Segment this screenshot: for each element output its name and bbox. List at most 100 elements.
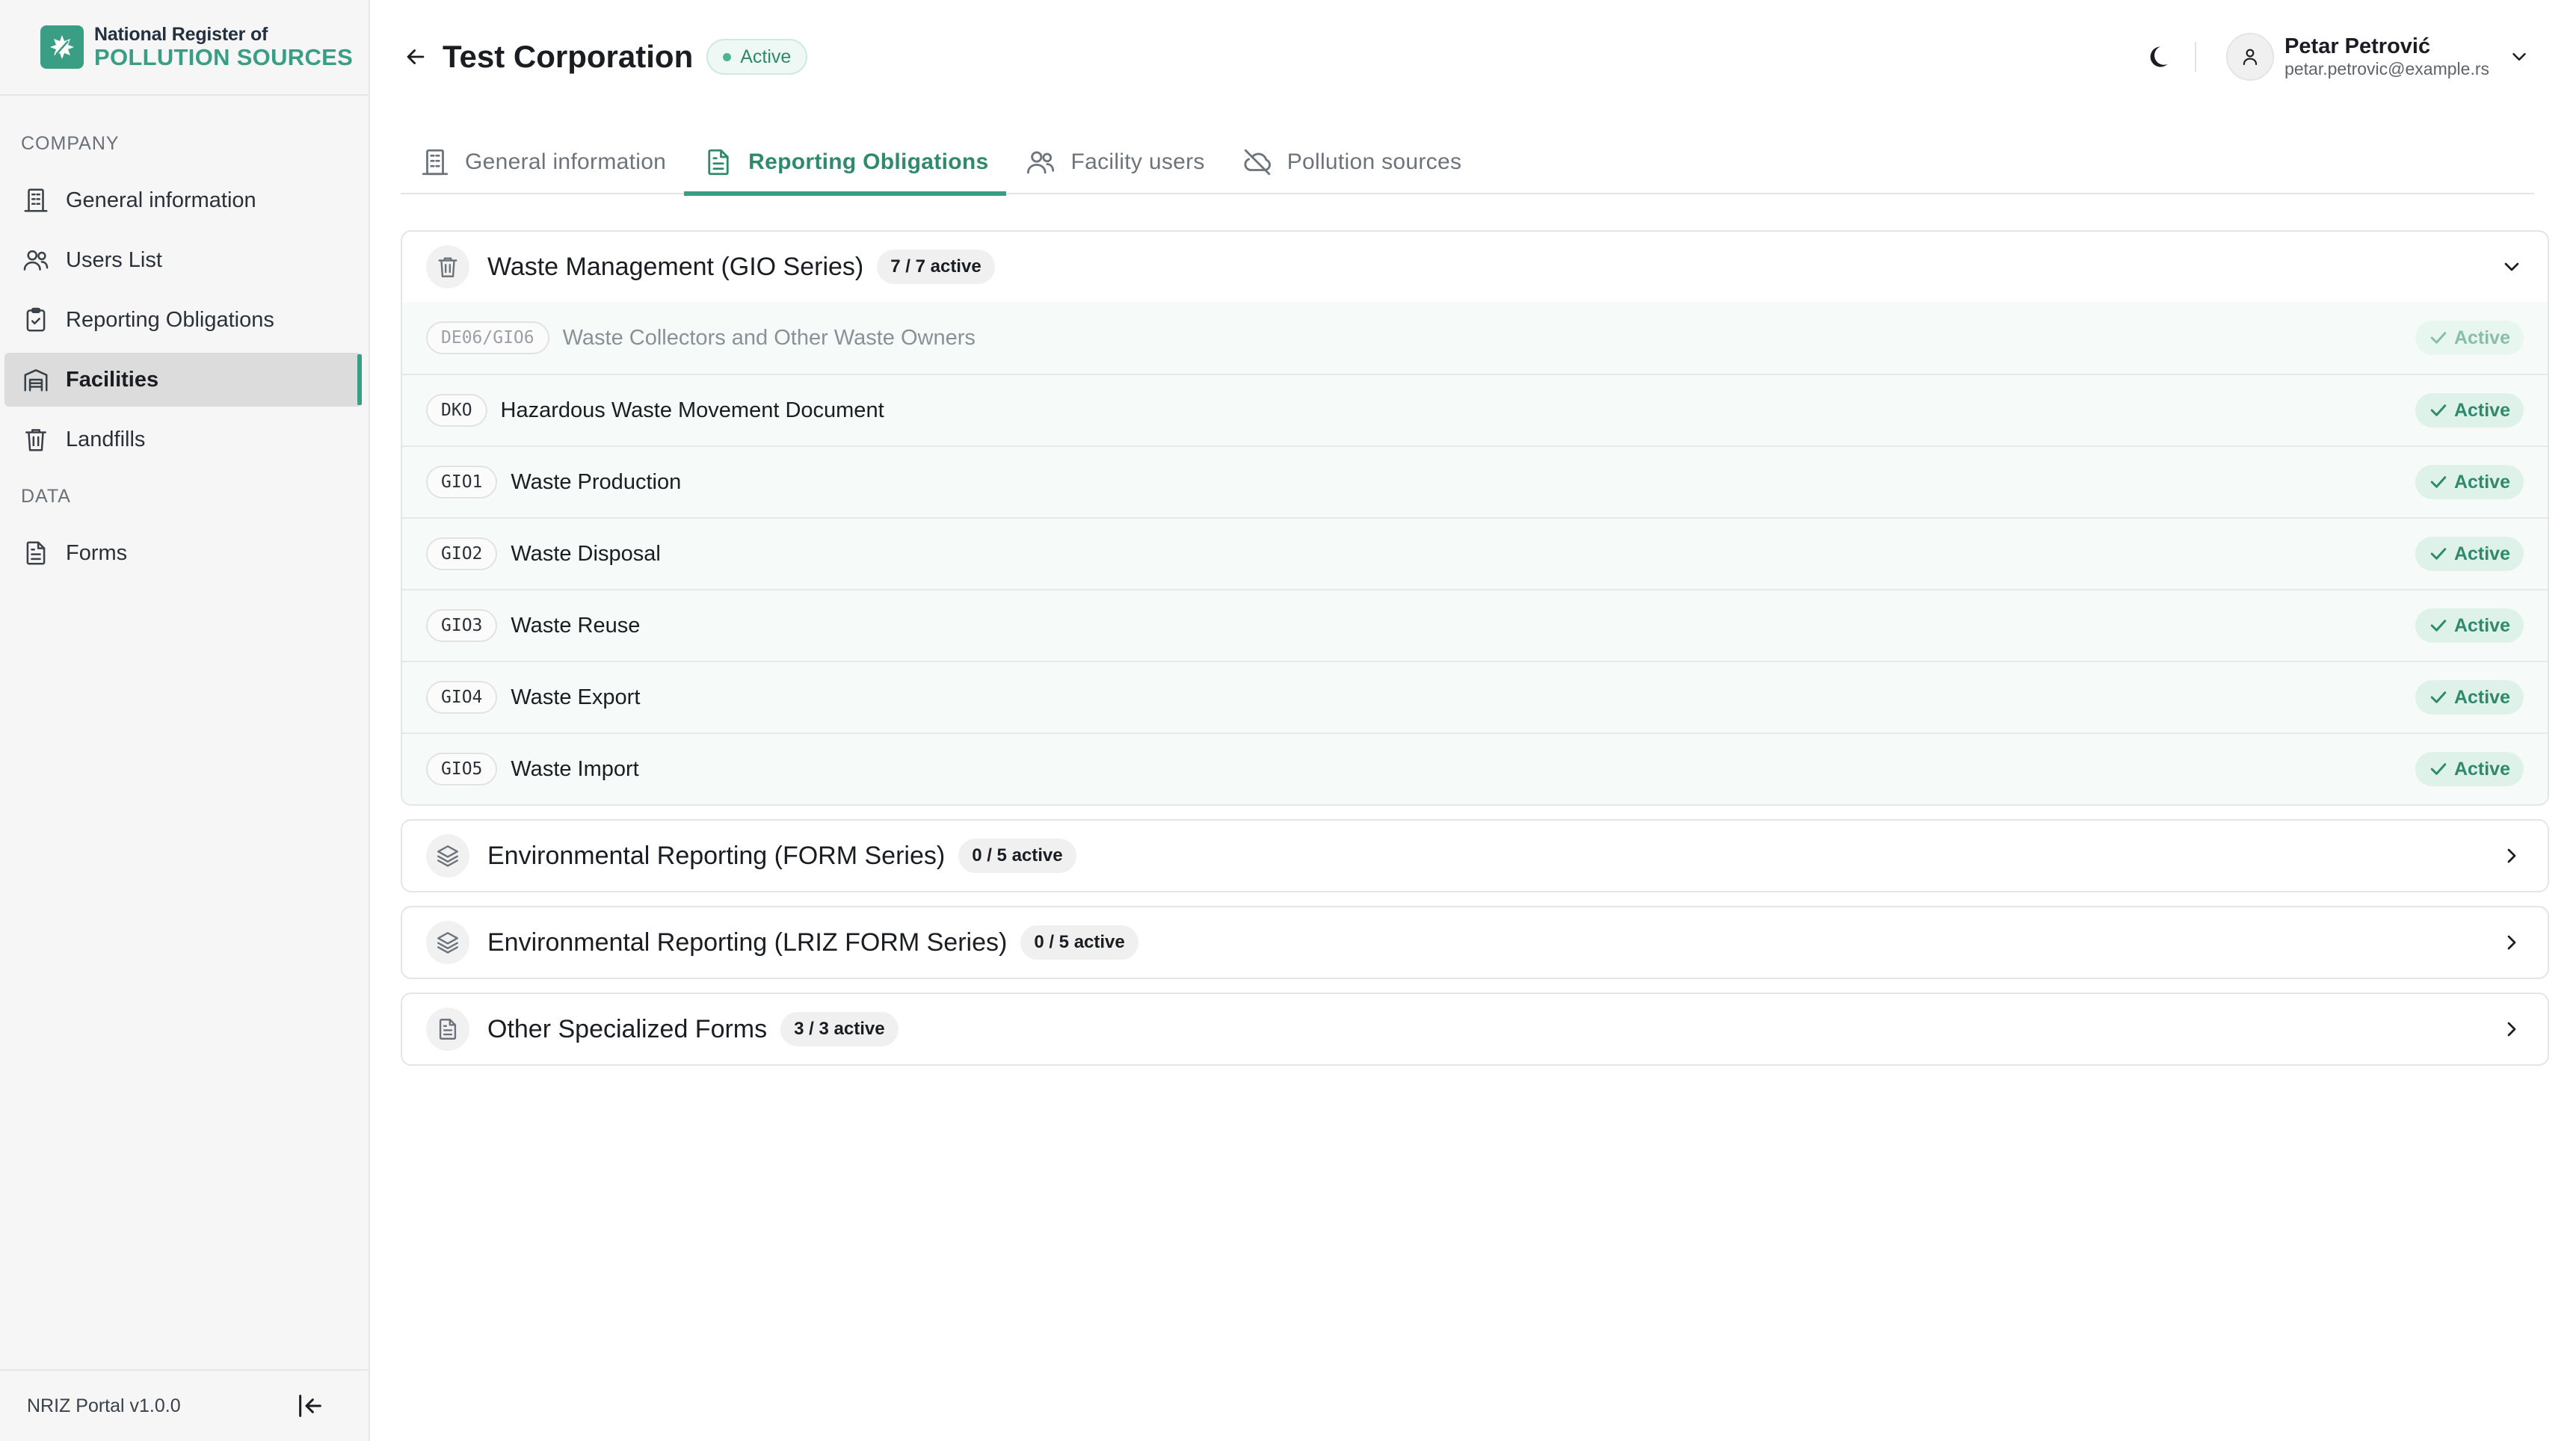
check-icon — [2430, 763, 2447, 775]
chevron-down-icon — [2504, 42, 2534, 72]
obligation-code: GIO1 — [426, 466, 498, 499]
sidebar-item-label: Forms — [66, 540, 128, 565]
trash-icon — [21, 425, 51, 454]
obligation-row[interactable]: GIO2 Waste Disposal Active — [402, 517, 2548, 589]
obligation-status-toggle[interactable]: Active — [2415, 680, 2524, 715]
status-label: Active — [2453, 471, 2510, 493]
obligation-status-toggle[interactable]: Active — [2415, 465, 2524, 499]
sidebar-item-facilities[interactable]: Facilities — [4, 353, 362, 407]
collapse-sidebar-icon[interactable] — [295, 1391, 325, 1421]
obligation-status-toggle[interactable]: Active — [2415, 752, 2524, 786]
brand-line2: POLLUTION SOURCES — [94, 44, 354, 70]
user-menu[interactable]: Petar Petrović petar.petrovic@example.rs — [2226, 33, 2534, 81]
warehouse-icon — [21, 365, 51, 395]
obligation-label: Waste Import — [511, 756, 639, 781]
group-count-badge: 0 / 5 active — [958, 839, 1076, 873]
tab-reporting-obligations[interactable]: Reporting Obligations — [684, 132, 1007, 196]
layers-icon — [426, 921, 469, 964]
header-actions: Petar Petrović petar.petrovic@example.rs — [2136, 30, 2534, 84]
sidebar-item-users-list[interactable]: Users List — [4, 233, 362, 287]
obligation-group-lriz-form-series: Environmental Reporting (LRIZ FORM Serie… — [401, 906, 2549, 979]
check-icon — [2430, 620, 2447, 632]
document-icon — [702, 146, 735, 179]
chevron-down-icon — [2497, 252, 2527, 282]
tab-pollution-sources[interactable]: Pollution sources — [1223, 132, 1480, 193]
chevron-right-icon — [2497, 841, 2527, 871]
nav-section-data: DATA — [21, 486, 71, 507]
obligation-row[interactable]: DKO Hazardous Waste Movement Document Ac… — [402, 374, 2548, 445]
tab-label: Pollution sources — [1287, 149, 1462, 174]
back-arrow-icon[interactable] — [401, 42, 431, 72]
sidebar-item-label: Landfills — [66, 427, 146, 451]
leaf-logo-icon — [40, 25, 84, 69]
check-icon — [2430, 548, 2447, 560]
group-header[interactable]: Environmental Reporting (LRIZ FORM Serie… — [402, 907, 2548, 978]
status-label: Active — [2453, 614, 2510, 636]
obligation-label: Waste Production — [511, 469, 682, 494]
obligation-status-toggle[interactable]: Active — [2415, 393, 2524, 428]
sidebar-item-reporting-obligations[interactable]: Reporting Obligations — [4, 293, 362, 347]
check-icon — [2430, 332, 2447, 344]
header-divider — [2195, 42, 2197, 72]
brand[interactable]: National Register of POLLUTION SOURCES — [0, 0, 369, 96]
obligation-row[interactable]: GIO1 Waste Production Active — [402, 445, 2548, 517]
tab-facility-users[interactable]: Facility users — [1006, 132, 1222, 193]
obligation-row[interactable]: DE06/GIO6 Waste Collectors and Other Was… — [402, 302, 2548, 374]
users-icon — [1024, 146, 1057, 179]
obligation-label: Waste Reuse — [511, 613, 641, 638]
cloud-off-icon — [1241, 146, 1274, 179]
sidebar-item-label: Users List — [66, 247, 162, 272]
group-title: Environmental Reporting (LRIZ FORM Serie… — [487, 928, 1008, 957]
obligation-code: DKO — [426, 394, 487, 427]
group-count-badge: 0 / 5 active — [1020, 925, 1138, 960]
sidebar-item-general-information[interactable]: General information — [4, 173, 362, 227]
group-title: Other Specialized Forms — [487, 1014, 768, 1043]
sidebar-item-forms[interactable]: Forms — [4, 526, 362, 580]
obligation-status-toggle[interactable]: Active — [2415, 537, 2524, 571]
status-label: Active — [2453, 399, 2510, 421]
obligation-label: Waste Disposal — [511, 541, 661, 566]
group-title: Waste Management (GIO Series) — [487, 252, 864, 281]
document-icon — [21, 538, 51, 568]
nav-section-company: COMPANY — [21, 133, 120, 154]
group-header[interactable]: Other Specialized Forms 3 / 3 active — [402, 994, 2548, 1064]
obligation-group-other-specialized-forms: Other Specialized Forms 3 / 3 active — [401, 993, 2549, 1066]
group-count-badge: 7 / 7 active — [877, 250, 995, 284]
obligation-row[interactable]: GIO5 Waste Import Active — [402, 732, 2548, 804]
obligation-row[interactable]: GIO3 Waste Reuse Active — [402, 589, 2548, 661]
tab-general-information[interactable]: General information — [401, 132, 684, 193]
obligation-code: GIO4 — [426, 681, 498, 714]
status-label: Active — [2453, 543, 2510, 564]
avatar — [2226, 33, 2275, 81]
group-header[interactable]: Environmental Reporting (FORM Series) 0 … — [402, 821, 2548, 891]
obligation-code: DE06/GIO6 — [426, 321, 549, 354]
obligation-row[interactable]: GIO4 Waste Export Active — [402, 661, 2548, 732]
clipboard-check-icon — [21, 305, 51, 335]
status-badge: Active — [706, 39, 808, 75]
check-icon — [2430, 691, 2447, 703]
tab-label: Reporting Obligations — [748, 149, 989, 174]
group-header[interactable]: Waste Management (GIO Series) 7 / 7 acti… — [402, 232, 2548, 302]
sidebar-item-label: General information — [66, 188, 256, 212]
building-icon — [419, 146, 452, 179]
group-count-badge: 3 / 3 active — [780, 1012, 899, 1046]
page-header: Test Corporation Active Petar Petrović p… — [401, 30, 2534, 84]
page-title: Test Corporation — [443, 39, 694, 74]
sidebar: National Register of POLLUTION SOURCES C… — [0, 0, 370, 1441]
obligation-status-toggle[interactable]: Active — [2415, 608, 2524, 643]
version-label: NRIZ Portal v1.0.0 — [27, 1395, 181, 1416]
brand-line1: National Register of — [94, 24, 268, 45]
sidebar-item-landfills[interactable]: Landfills — [4, 413, 362, 466]
status-label: Active — [2453, 686, 2510, 708]
obligation-label: Waste Collectors and Other Waste Owners — [562, 325, 976, 350]
status-label: Active — [2453, 327, 2510, 348]
obligation-group-form-series: Environmental Reporting (FORM Series) 0 … — [401, 819, 2549, 892]
tab-bar: General information Reporting Obligation… — [401, 132, 2534, 196]
trash-icon — [426, 245, 469, 288]
sidebar-item-label: Reporting Obligations — [66, 307, 274, 332]
moon-icon[interactable] — [2136, 36, 2178, 78]
sidebar-footer: NRIZ Portal v1.0.0 — [0, 1369, 369, 1441]
obligation-status-toggle[interactable]: Active — [2415, 321, 2524, 355]
status-label: Active — [2453, 758, 2510, 780]
user-email: petar.petrovic@example.rs — [2284, 59, 2489, 79]
